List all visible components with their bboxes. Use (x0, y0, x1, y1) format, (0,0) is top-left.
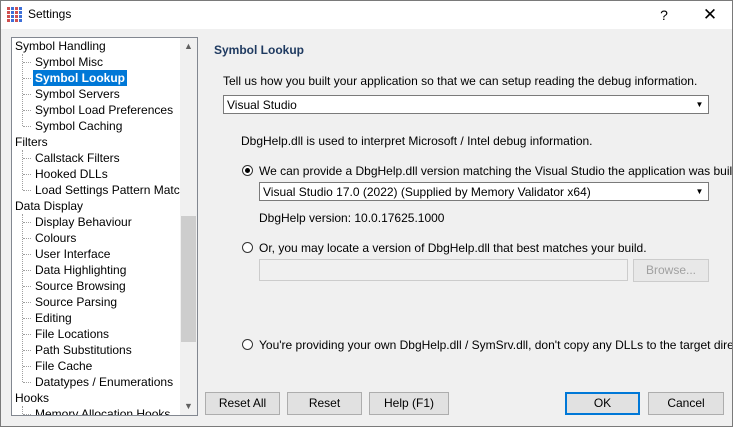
tree-item[interactable]: File Locations (33, 326, 111, 342)
tree-item[interactable]: Path Substitutions (33, 342, 134, 358)
tree-connector (23, 126, 31, 127)
tree-item[interactable]: File Cache (33, 358, 94, 374)
tree-connector (23, 110, 31, 111)
tree-item[interactable]: Symbol Load Preferences (33, 102, 175, 118)
tree-connector (22, 214, 23, 382)
help-icon[interactable]: ? (649, 1, 679, 29)
tree-item[interactable]: Hooked DLLs (33, 166, 110, 182)
scroll-down-icon[interactable]: ▼ (180, 398, 197, 415)
tree-connector (22, 406, 23, 414)
reset-button[interactable]: Reset (287, 392, 362, 415)
tree-item[interactable]: Symbol Caching (33, 118, 124, 134)
dbghelp-path-input[interactable] (259, 259, 628, 281)
settings-tree[interactable]: Symbol Handling Symbol Misc Symbol Lookup S… (11, 37, 198, 416)
settings-window: Settings ? ✕ Symbol Handling Symbol Misc S… (0, 0, 733, 427)
radio-own-label[interactable]: You're providing your own DbgHelp.dll / … (259, 338, 732, 352)
tree-item[interactable]: Callstack Filters (33, 150, 122, 166)
tree-item[interactable]: User Interface (33, 246, 112, 262)
tree-item[interactable]: Colours (33, 230, 78, 246)
intro-text: Tell us how you built your application s… (223, 74, 698, 88)
tree-scrollbar[interactable]: ▲ ▼ (180, 38, 197, 415)
tree-item[interactable]: Memory Allocation Hooks (33, 406, 172, 415)
tree-connector (23, 190, 31, 191)
tree-item[interactable]: Display Behaviour (33, 214, 134, 230)
vs-version-select[interactable]: Visual Studio 17.0 (2022) (Supplied by M… (259, 182, 709, 201)
help-button[interactable]: Help (F1) (369, 392, 449, 415)
tree-item[interactable]: Source Parsing (33, 294, 119, 310)
tree-connector (23, 78, 31, 79)
tree-connector (23, 414, 31, 415)
tree-connector (23, 94, 31, 95)
radio-provide-dbghelp[interactable] (242, 165, 253, 176)
tree-category[interactable]: Hooks (15, 390, 49, 406)
settings-app-icon (7, 7, 22, 22)
browse-button[interactable]: Browse... (633, 259, 709, 282)
tree-item[interactable]: Symbol Misc (33, 54, 105, 70)
tree-item[interactable]: Symbol Servers (33, 86, 122, 102)
radio-selected-dot (245, 168, 250, 173)
dbghelp-version-text: DbgHelp version: 10.0.17625.1000 (259, 211, 445, 225)
tree-connector (23, 302, 31, 303)
tree-connector (23, 62, 31, 63)
tree-connector (23, 174, 31, 175)
radio-provide-label[interactable]: We can provide a DbgHelp.dll version mat… (259, 164, 732, 178)
radio-locate-dbghelp[interactable] (242, 242, 253, 253)
tree-connector (23, 318, 31, 319)
tree-connector (23, 382, 31, 383)
tree-category[interactable]: Data Display (15, 198, 83, 214)
cancel-button[interactable]: Cancel (648, 392, 724, 415)
tree-connector (23, 222, 31, 223)
window-title: Settings (28, 7, 72, 21)
tree-connector (22, 150, 23, 190)
scroll-up-icon[interactable]: ▲ (180, 38, 197, 55)
tree-item[interactable]: Load Settings Pattern Match (33, 182, 180, 198)
tree-connector (23, 366, 31, 367)
tree-connector (22, 54, 23, 126)
radio-locate-label[interactable]: Or, you may locate a version of DbgHelp.… (259, 241, 647, 255)
tree-connector (23, 158, 31, 159)
dbghelp-info-text: DbgHelp.dll is used to interpret Microso… (241, 134, 593, 148)
tree-item[interactable]: Source Browsing (33, 278, 128, 294)
radio-own-dbghelp[interactable] (242, 339, 253, 350)
tree-connector (23, 254, 31, 255)
tree-connector (23, 270, 31, 271)
tree-category[interactable]: Symbol Handling (15, 38, 106, 54)
tree-item[interactable]: Editing (33, 310, 74, 326)
tree-connector (23, 334, 31, 335)
ok-button[interactable]: OK (565, 392, 640, 415)
chevron-down-icon[interactable]: ▼ (692, 184, 707, 199)
tree-list: Symbol Handling Symbol Misc Symbol Lookup S… (12, 38, 180, 415)
close-icon[interactable]: ✕ (695, 1, 725, 29)
tree-category[interactable]: Filters (15, 134, 48, 150)
build-tool-select[interactable]: Visual Studio ▼ (223, 95, 709, 114)
reset-all-button[interactable]: Reset All (205, 392, 280, 415)
tree-item[interactable]: Symbol Lookup (33, 70, 127, 86)
title-bar: Settings ? ✕ (1, 1, 732, 29)
tree-item[interactable]: Data Highlighting (33, 262, 128, 278)
build-tool-value: Visual Studio (227, 98, 297, 112)
tree-item[interactable]: Datatypes / Enumerations (33, 374, 175, 390)
tree-connector (23, 286, 31, 287)
section-title: Symbol Lookup (214, 43, 304, 57)
tree-connector (23, 350, 31, 351)
vs-version-value: Visual Studio 17.0 (2022) (Supplied by M… (263, 185, 591, 199)
tree-connector (23, 238, 31, 239)
scrollbar-thumb[interactable] (181, 216, 196, 342)
chevron-down-icon[interactable]: ▼ (692, 97, 707, 112)
